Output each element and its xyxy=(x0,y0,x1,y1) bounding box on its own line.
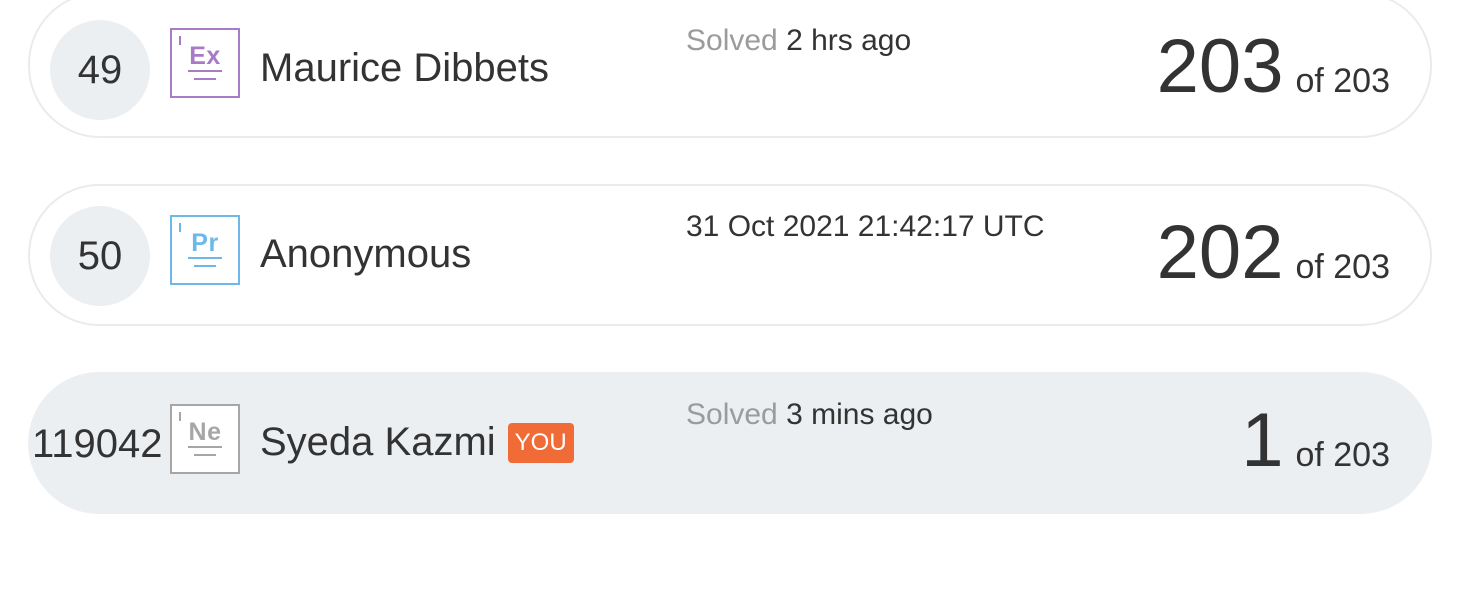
leaderboard-row[interactable]: 50 Pr Anonymous 31 Oct 2021 21:42:17 UTC… xyxy=(28,184,1432,326)
level-badge-icon: Ex xyxy=(170,28,240,98)
status-label: Solved xyxy=(686,24,778,57)
solve-status: 31 Oct 2021 21:42:17 UTC xyxy=(686,210,1045,244)
level-badge-icon: Pr xyxy=(170,215,240,285)
user-name[interactable]: Anonymous xyxy=(260,232,471,277)
badge-symbol: Pr xyxy=(191,229,219,257)
leaderboard-row[interactable]: 49 Ex Maurice Dibbets Solved 2 hrs ago 2… xyxy=(28,0,1432,138)
solve-status: Solved 2 hrs ago xyxy=(686,24,911,58)
badge-symbol: Ex xyxy=(189,42,221,70)
score-total: of 203 xyxy=(1295,436,1390,474)
solve-status: Solved 3 mins ago xyxy=(686,398,933,432)
status-label: Solved xyxy=(686,398,778,431)
leaderboard-row-current-user[interactable]: 119042 Ne Syeda Kazmi YOU Solved 3 mins … xyxy=(28,372,1432,514)
status-value: 31 Oct 2021 21:42:17 UTC xyxy=(686,210,1045,243)
rank-number: 119042 xyxy=(32,421,163,466)
badge-symbol: Ne xyxy=(188,418,222,446)
score-total: of 203 xyxy=(1295,248,1390,286)
score-value: 203 xyxy=(1156,24,1284,109)
rank-circle: 49 xyxy=(50,20,150,120)
you-badge: YOU xyxy=(507,422,574,463)
score: 203 of 203 xyxy=(1157,24,1390,110)
score-total: of 203 xyxy=(1295,62,1390,100)
level-badge-icon: Ne xyxy=(170,404,240,474)
score-value: 202 xyxy=(1156,210,1284,295)
user-name-text: Syeda Kazmi xyxy=(260,420,496,464)
rank-circle: 50 xyxy=(50,206,150,306)
leaderboard-list: 49 Ex Maurice Dibbets Solved 2 hrs ago 2… xyxy=(0,0,1462,592)
score: 202 of 203 xyxy=(1157,210,1390,296)
user-name[interactable]: Syeda Kazmi YOU xyxy=(260,420,574,465)
score-value: 1 xyxy=(1241,398,1284,483)
status-value: 3 mins ago xyxy=(786,398,933,431)
user-name[interactable]: Maurice Dibbets xyxy=(260,46,549,91)
status-value: 2 hrs ago xyxy=(786,24,912,57)
user-name-text: Maurice Dibbets xyxy=(260,46,550,90)
user-name-text: Anonymous xyxy=(260,232,472,276)
score: 1 of 203 xyxy=(1241,398,1390,484)
